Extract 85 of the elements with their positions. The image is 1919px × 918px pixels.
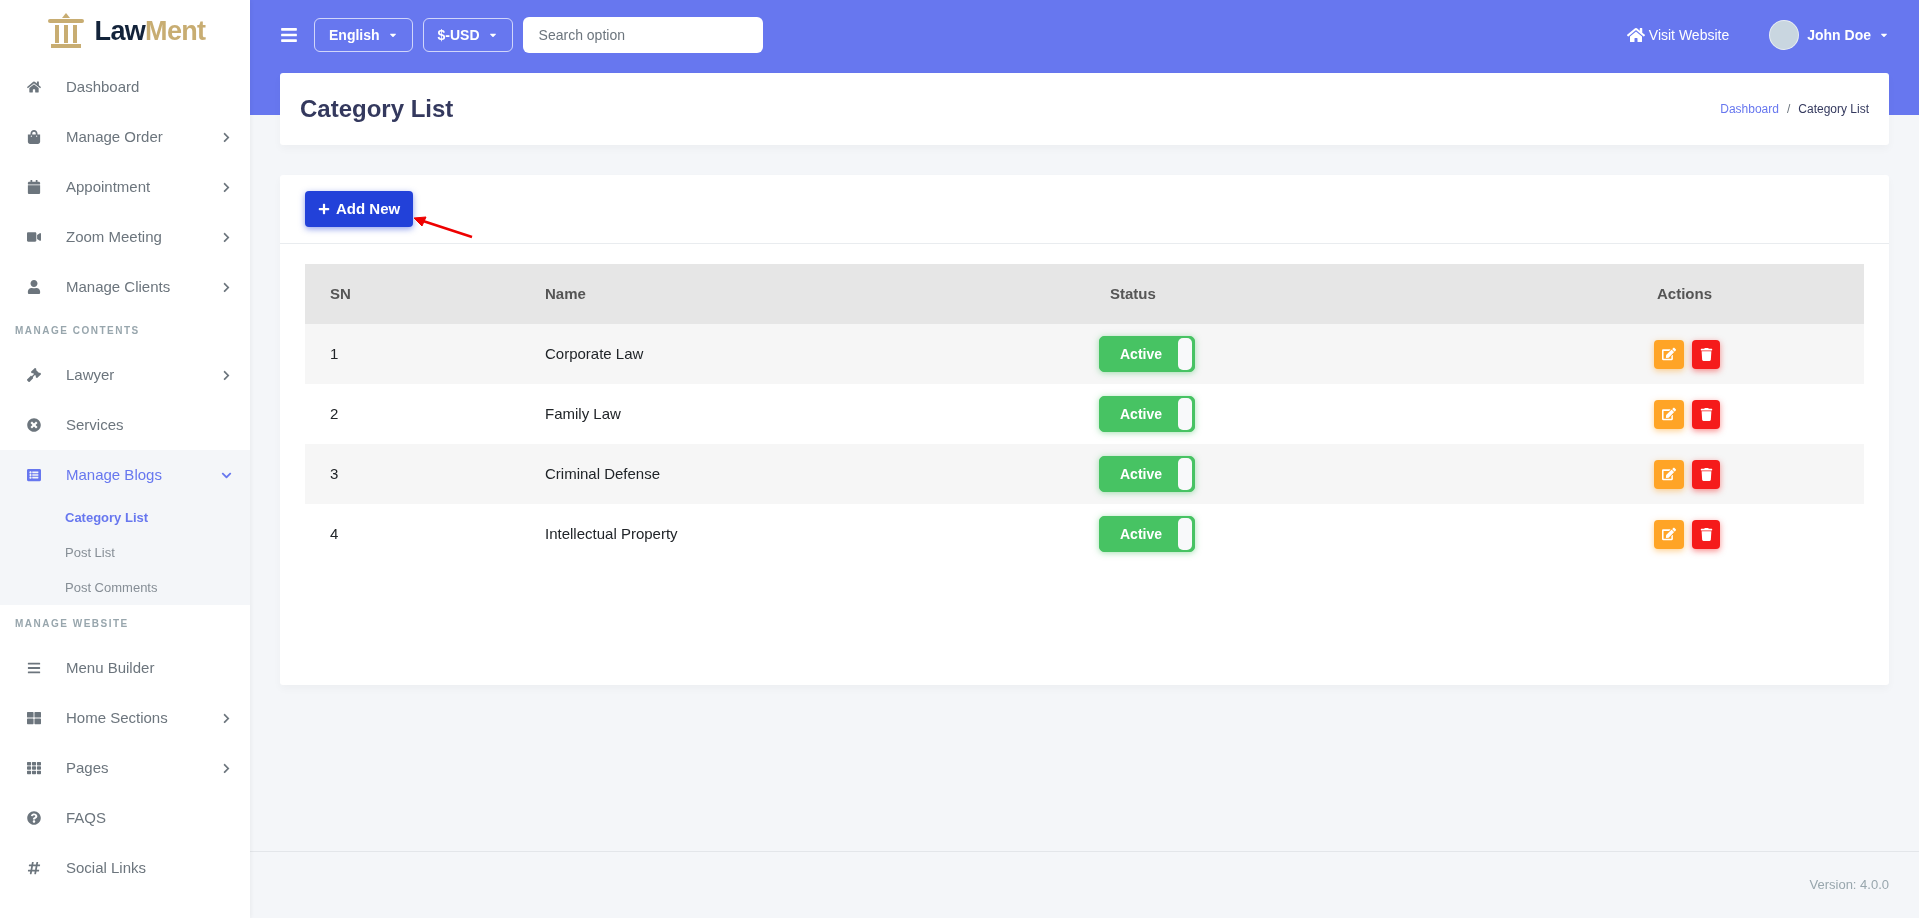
column-header: Name xyxy=(544,283,587,304)
section-heading: MANAGE WEBSITE xyxy=(14,617,130,631)
breadcrumb-current: Category List xyxy=(1798,101,1869,118)
currency-dropdown[interactable]: $-USD xyxy=(422,18,513,52)
toggle-thumb xyxy=(1178,458,1192,490)
toggle-thumb xyxy=(1178,338,1192,370)
add-new-button[interactable]: Add New xyxy=(305,191,414,227)
edit-icon xyxy=(1662,347,1676,361)
chevron-right-icon xyxy=(221,181,232,193)
submenu-item[interactable]: Category List xyxy=(0,500,250,535)
breadcrumb-separator: / xyxy=(1786,101,1791,118)
table-cell-text: 4 xyxy=(329,523,340,544)
toggle-thumb xyxy=(1178,518,1192,550)
language-dropdown[interactable]: English xyxy=(314,18,413,52)
table-cell-text: Family Law xyxy=(544,403,622,424)
version-text: Version: 4.0.0 xyxy=(1809,876,1889,895)
menu-icon xyxy=(27,661,41,675)
edit-icon xyxy=(1662,467,1676,481)
four-squares-icon xyxy=(27,711,41,725)
video-camera-icon xyxy=(27,230,41,244)
plus-icon xyxy=(318,203,330,215)
user-menu[interactable]: John Doe xyxy=(1807,24,1889,46)
sidebar-item[interactable]: Lawyer xyxy=(0,350,250,400)
delete-button[interactable] xyxy=(1692,459,1720,489)
trash-icon xyxy=(1699,467,1713,481)
chevron-right-icon xyxy=(221,131,232,143)
question-icon xyxy=(27,811,41,825)
sidebar-item[interactable]: Social Links xyxy=(0,843,250,893)
sidebar-item[interactable]: Manage Clients xyxy=(0,262,250,312)
edit-button[interactable] xyxy=(1654,399,1684,429)
delete-button[interactable] xyxy=(1692,339,1720,369)
column-header: Actions xyxy=(1656,283,1713,304)
trash-icon xyxy=(1699,347,1713,361)
bag-icon xyxy=(27,130,41,144)
search-field[interactable]: Search option xyxy=(522,17,763,53)
sidebar-item[interactable]: Services xyxy=(0,400,250,450)
delete-button[interactable] xyxy=(1692,399,1720,429)
toggle-thumb xyxy=(1178,398,1192,430)
submenu-item[interactable]: Post Comments xyxy=(0,570,250,605)
column-header: SN xyxy=(329,283,352,304)
table-cell-text: 2 xyxy=(329,403,340,424)
edit-button[interactable] xyxy=(1654,519,1684,549)
table-cell-text: Intellectual Property xyxy=(544,523,679,544)
delete-button[interactable] xyxy=(1692,519,1720,549)
sidebar-item[interactable]: Dashboard xyxy=(0,62,250,112)
column-header: Status xyxy=(1109,283,1157,304)
sidebar-item[interactable]: Manage Order xyxy=(0,112,250,162)
breadcrumb-link[interactable]: Dashboard xyxy=(1720,100,1779,118)
menu-button[interactable] xyxy=(280,26,298,44)
chevron-right-icon xyxy=(221,762,232,774)
chevron-right-icon xyxy=(221,712,232,724)
person-icon xyxy=(27,280,41,294)
edit-icon xyxy=(1662,407,1676,421)
trash-icon xyxy=(1699,407,1713,421)
sidebar-item[interactable]: Pages xyxy=(0,743,250,793)
chevron-right-icon xyxy=(221,231,232,243)
table-cell-text: 1 xyxy=(329,343,340,364)
grid-icon xyxy=(27,761,41,775)
sidebar-item[interactable]: Manage Blogs xyxy=(0,450,250,500)
table-cell-text: Corporate Law xyxy=(544,343,645,364)
edit-icon xyxy=(1662,527,1676,541)
sidebar-item[interactable]: Zoom Meeting xyxy=(0,212,250,262)
edit-button[interactable] xyxy=(1654,459,1684,489)
sidebar-item[interactable]: Home Sections xyxy=(0,693,250,743)
table-cell-text: Criminal Defense xyxy=(544,463,662,484)
edit-button[interactable] xyxy=(1654,339,1684,369)
sidebar-item[interactable]: Appointment xyxy=(0,162,250,212)
sidebar-item[interactable]: Menu Builder xyxy=(0,643,250,693)
hashtag-icon xyxy=(27,861,41,875)
sidebar-item[interactable]: FAQS xyxy=(0,793,250,843)
house-icon xyxy=(27,80,41,94)
page-title: Category List xyxy=(300,94,454,124)
list-icon xyxy=(27,468,41,482)
logo-text: LawMent xyxy=(94,14,206,48)
submenu-item[interactable]: Post List xyxy=(0,535,250,570)
chevron-right-icon xyxy=(221,281,232,293)
gavel-icon xyxy=(27,368,41,382)
section-heading: MANAGE CONTENTS xyxy=(14,324,141,338)
trash-icon xyxy=(1699,527,1713,541)
calendar-icon xyxy=(27,180,41,194)
arrow-annotation xyxy=(412,215,474,239)
chevron-right-icon xyxy=(221,369,232,381)
house-icon xyxy=(1626,26,1645,44)
table-cell-text: 3 xyxy=(329,463,340,484)
visit-website-link[interactable]: Visit Website xyxy=(1626,24,1730,46)
